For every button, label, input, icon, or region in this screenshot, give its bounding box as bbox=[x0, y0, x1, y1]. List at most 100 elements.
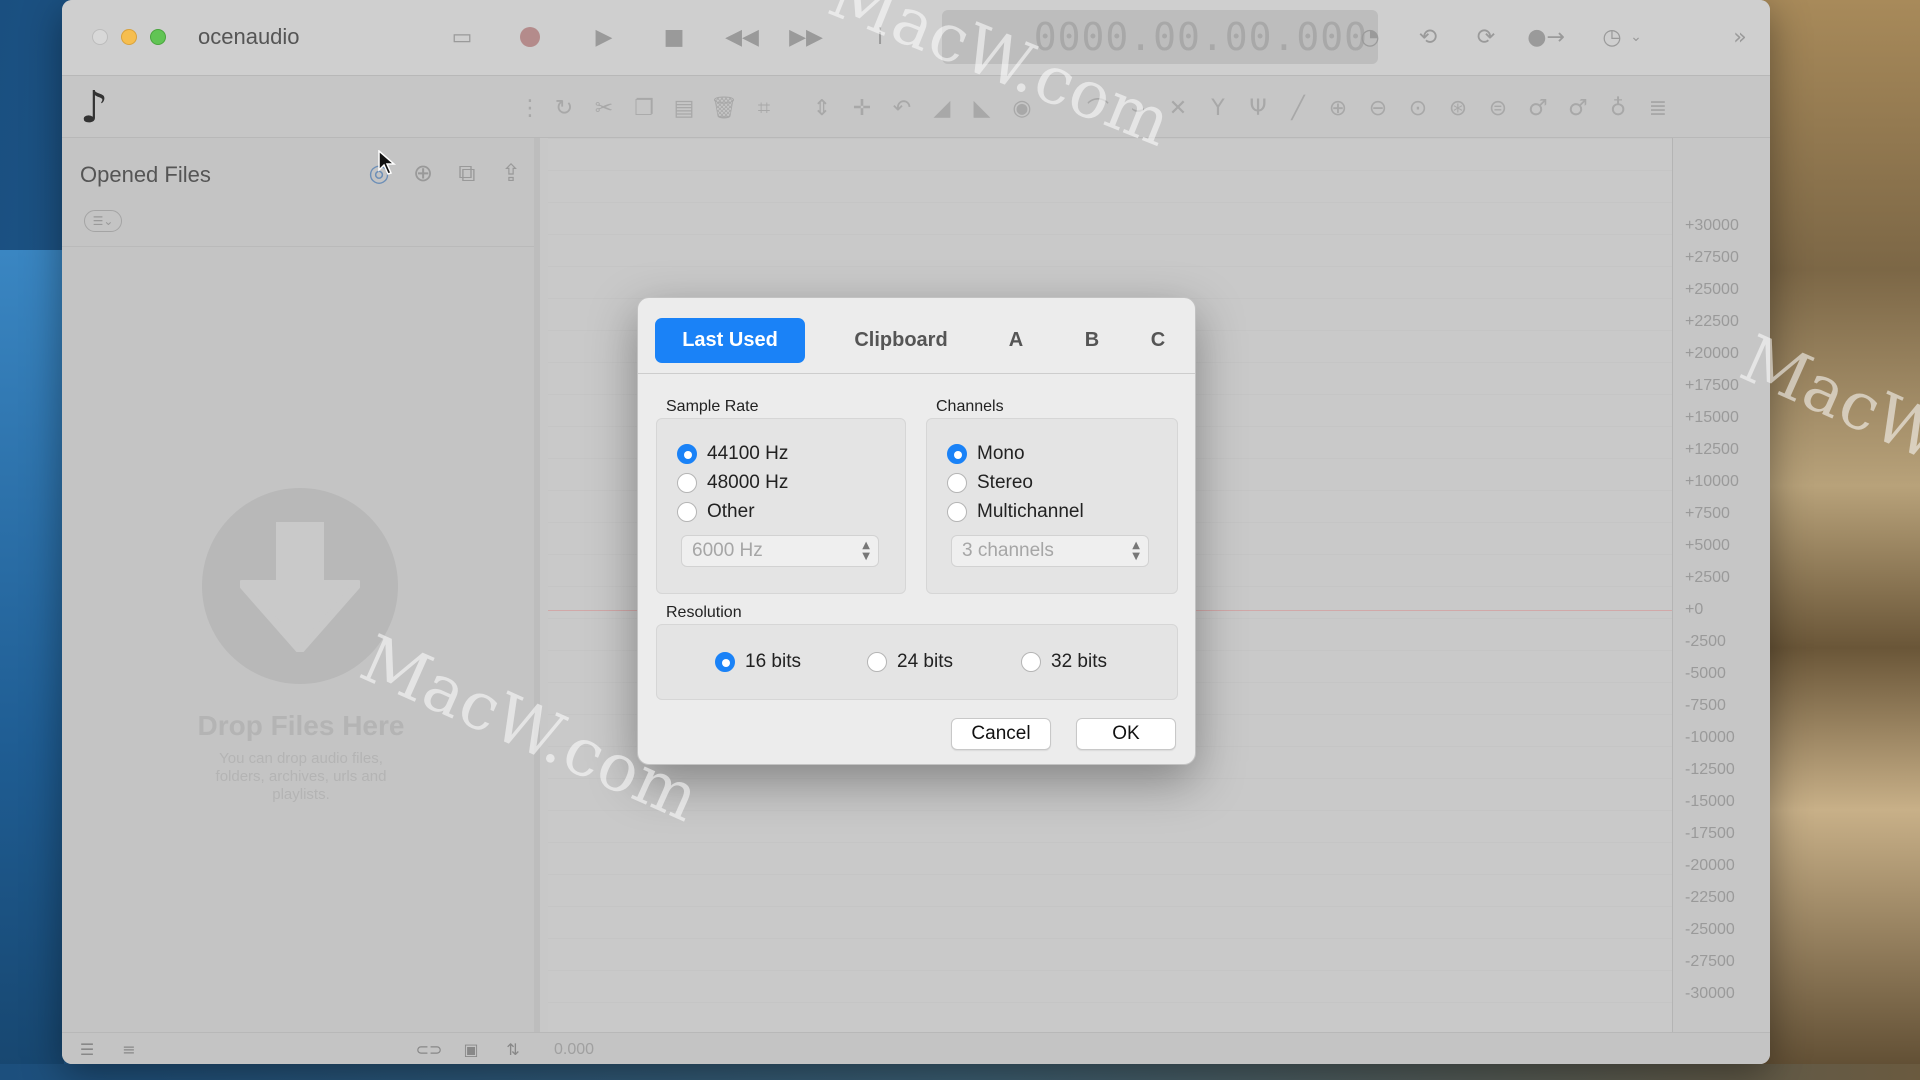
wallpaper-ocean bbox=[0, 250, 64, 1080]
sample-rate-48000-radio[interactable]: 48000 Hz bbox=[677, 472, 788, 494]
detail-view-icon[interactable]: ≡ bbox=[118, 1039, 140, 1059]
chevron-down-icon[interactable]: ⌄ bbox=[1622, 24, 1650, 50]
link-icon[interactable]: ⊂⊃ bbox=[416, 1039, 443, 1059]
rewind-icon[interactable]: ◀◀ bbox=[725, 24, 759, 50]
channels-multichannel-label: Multichannel bbox=[977, 501, 1084, 522]
add-file-icon[interactable]: ⊕ bbox=[408, 158, 438, 188]
paste-icon[interactable]: ▤ bbox=[670, 94, 698, 122]
merge-icon[interactable]: Y bbox=[1204, 94, 1232, 122]
cancel-button[interactable]: Cancel bbox=[951, 718, 1051, 750]
ruler-tick-label: +15000 bbox=[1685, 409, 1739, 426]
effect-two-icon[interactable]: ♂ bbox=[1564, 94, 1592, 122]
tab-b[interactable]: B bbox=[1064, 318, 1120, 363]
sample-rate-other-radio[interactable]: Other bbox=[677, 501, 755, 523]
list-icon[interactable]: ≣ bbox=[1644, 94, 1672, 122]
cut-icon[interactable]: ✂ bbox=[590, 94, 618, 122]
ruler-tick-label: +20000 bbox=[1685, 345, 1739, 362]
filter-icon[interactable]: ☰⌄ bbox=[84, 210, 122, 232]
tab-a[interactable]: A bbox=[988, 318, 1044, 363]
channels-group: Mono Stereo Multichannel 3 channels ▲ ▼ bbox=[926, 418, 1178, 594]
ruler-tick-label: +12500 bbox=[1685, 441, 1739, 458]
ruler-tick-label: +22500 bbox=[1685, 313, 1739, 330]
loop-selection-icon[interactable]: ⟳ bbox=[1472, 24, 1500, 50]
close-window-button[interactable] bbox=[92, 29, 108, 45]
ruler-tick-label: -25000 bbox=[1685, 921, 1735, 938]
resolution-group: 16 bits 24 bits 32 bits bbox=[656, 624, 1178, 700]
zoom-in-icon[interactable]: ⊕ bbox=[1324, 94, 1352, 122]
fast-forward-icon[interactable]: ▶▶ bbox=[789, 24, 823, 50]
channels-mono-label: Mono bbox=[977, 443, 1025, 464]
sidebar-toggle-icon[interactable]: ▭ bbox=[448, 24, 476, 50]
resolution-16-radio[interactable]: 16 bits bbox=[715, 651, 801, 673]
minimize-window-button[interactable] bbox=[121, 29, 137, 45]
sample-rate-44100-radio[interactable]: 44100 Hz bbox=[677, 443, 788, 465]
fade-in-icon[interactable]: ◢ bbox=[928, 94, 956, 122]
resolution-24-radio[interactable]: 24 bits bbox=[867, 651, 953, 673]
ruler-tick-label: -27500 bbox=[1685, 953, 1735, 970]
ruler-tick-label: +5000 bbox=[1685, 537, 1730, 554]
new-audio-dialog: Last Used Clipboard A B C Sample Rate 44… bbox=[637, 297, 1196, 765]
insert-silence-icon[interactable]: ⇕ bbox=[808, 94, 836, 122]
ruler-tick-label: -22500 bbox=[1685, 889, 1735, 906]
ruler-tick-label: -5000 bbox=[1685, 665, 1726, 682]
ruler-tick-label: -2500 bbox=[1685, 633, 1726, 650]
split-icon[interactable]: ✛ bbox=[848, 94, 876, 122]
channels-stereo-label: Stereo bbox=[977, 472, 1033, 493]
opened-files-sidebar: Opened Files ◎ ⊕ ⧉ ⇪ ☰⌄ Drop Files Here … bbox=[62, 138, 540, 1032]
wallpaper-bottom bbox=[0, 1064, 1920, 1080]
export-icon[interactable]: ⇪ bbox=[496, 158, 526, 188]
tab-last-used[interactable]: Last Used bbox=[655, 318, 805, 363]
sort-icon[interactable]: ⇅ bbox=[502, 1039, 524, 1059]
tab-c[interactable]: C bbox=[1130, 318, 1186, 363]
channels-mono-radio[interactable]: Mono bbox=[947, 443, 1025, 465]
ruler-tick-label: -17500 bbox=[1685, 825, 1735, 842]
follow-playback-icon[interactable]: ●→ bbox=[1527, 24, 1565, 50]
effect-icon[interactable]: ♂ bbox=[1524, 94, 1552, 122]
ruler-tick-label: -10000 bbox=[1685, 729, 1735, 746]
ruler-tick-label: +27500 bbox=[1685, 249, 1739, 266]
channels-stepper-value: 3 channels bbox=[962, 540, 1054, 561]
sample-rate-stepper[interactable]: 6000 Hz ▲ ▼ bbox=[681, 535, 879, 567]
fade-out-icon[interactable]: ◣ bbox=[968, 94, 996, 122]
zoom-fit-icon[interactable]: ⊙ bbox=[1404, 94, 1432, 122]
resolution-16-label: 16 bits bbox=[745, 651, 801, 672]
ruler-tick-label: -20000 bbox=[1685, 857, 1735, 874]
tab-clipboard[interactable]: Clipboard bbox=[826, 318, 976, 363]
ok-button[interactable]: OK bbox=[1076, 718, 1176, 750]
record-icon[interactable] bbox=[516, 24, 544, 50]
maximize-window-button[interactable] bbox=[150, 29, 166, 45]
up-down-arrows-icon: ▲ ▼ bbox=[862, 540, 870, 562]
more-toolbar-icon[interactable]: » bbox=[1726, 24, 1754, 50]
sample-rate-stepper-value: 6000 Hz bbox=[692, 540, 763, 561]
stop-icon[interactable]: ■ bbox=[660, 24, 688, 50]
reverse-icon[interactable]: ↶ bbox=[888, 94, 916, 122]
split-channel-icon[interactable]: Ψ bbox=[1244, 94, 1272, 122]
resolution-32-radio[interactable]: 32 bits bbox=[1021, 651, 1107, 673]
wallpaper-rocks bbox=[1760, 0, 1920, 1080]
resolution-label: Resolution bbox=[666, 604, 742, 621]
ruler-tick-label: +7500 bbox=[1685, 505, 1730, 522]
zoom-out-icon[interactable]: ⊖ bbox=[1364, 94, 1392, 122]
download-arrow-icon bbox=[240, 522, 360, 652]
effect-three-icon[interactable]: ♁ bbox=[1604, 94, 1632, 122]
channels-stepper[interactable]: 3 channels ▲ ▼ bbox=[951, 535, 1149, 567]
list-view-icon[interactable]: ☰ bbox=[76, 1039, 98, 1059]
sample-rate-48000-label: 48000 Hz bbox=[707, 472, 789, 493]
radio-indicator bbox=[677, 502, 697, 522]
up-down-arrows-icon: ▲ ▼ bbox=[1132, 540, 1140, 562]
mouse-cursor-icon bbox=[378, 150, 396, 175]
duplicate-icon[interactable]: ⧉ bbox=[452, 158, 482, 188]
zoom-all-icon[interactable]: ⊜ bbox=[1484, 94, 1512, 122]
play-icon[interactable]: ▶ bbox=[590, 24, 618, 50]
redo-icon[interactable]: ↻ bbox=[550, 94, 578, 122]
channels-multichannel-radio[interactable]: Multichannel bbox=[947, 501, 1084, 523]
crop-icon[interactable]: ⌗ bbox=[750, 94, 778, 122]
delete-icon[interactable]: 🗑 bbox=[710, 94, 738, 122]
copy-icon[interactable]: ❐ bbox=[630, 94, 658, 122]
line-icon[interactable]: ╱ bbox=[1284, 94, 1312, 122]
speed-icon[interactable]: ◔ bbox=[1356, 24, 1384, 50]
channels-stereo-radio[interactable]: Stereo bbox=[947, 472, 1033, 494]
loop-icon[interactable]: ⟲ bbox=[1414, 24, 1442, 50]
image-icon[interactable]: ▣ bbox=[460, 1039, 482, 1059]
zoom-selection-icon[interactable]: ⊛ bbox=[1444, 94, 1472, 122]
